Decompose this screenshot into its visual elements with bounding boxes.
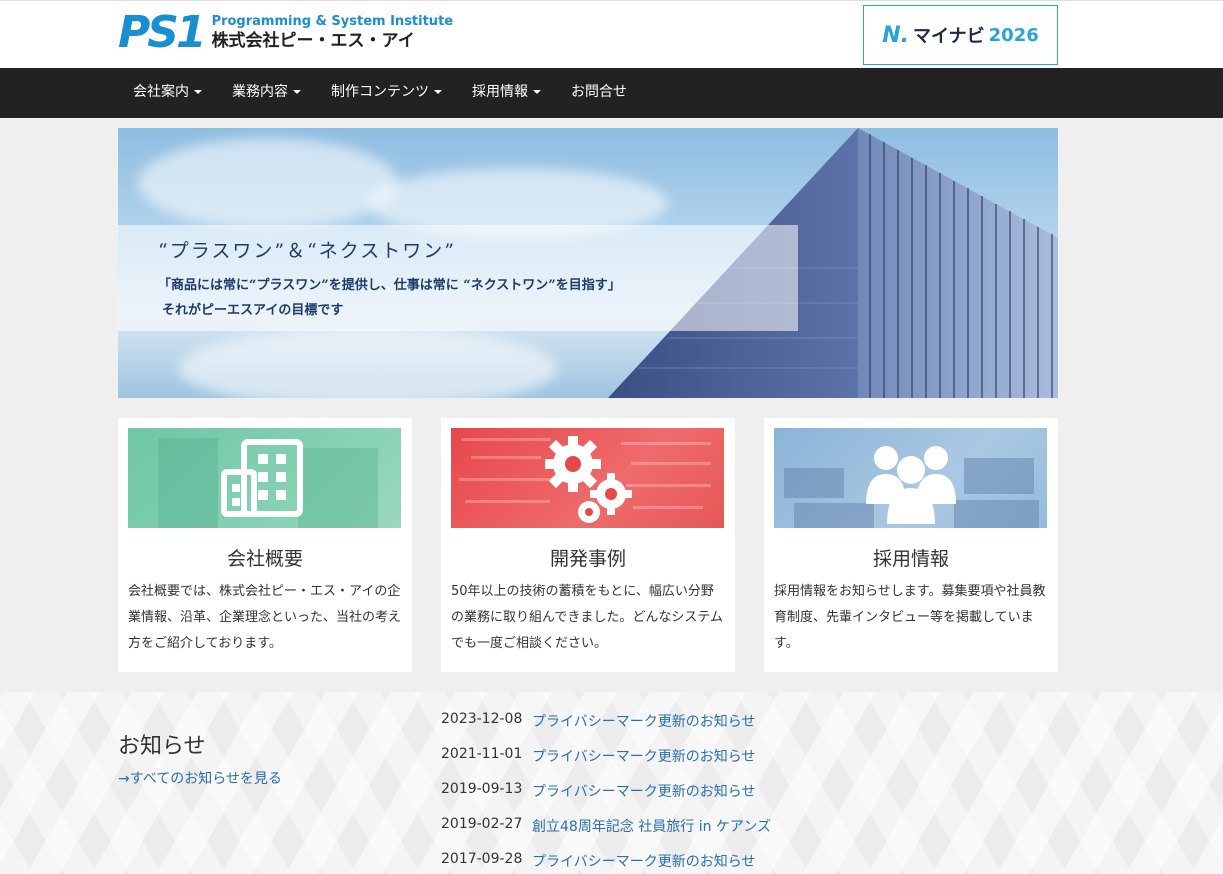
main-nav: 会社案内 業務内容 制作コンテンツ 採用情報 お問合せ	[0, 68, 1223, 118]
mynavi-icon: N.	[882, 22, 910, 48]
cloud-decoration	[178, 328, 558, 398]
site-logo[interactable]: PS1 Programming & System Institute 株式会社ピ…	[118, 11, 453, 55]
mynavi-label: マイナビ	[913, 26, 985, 47]
news-date: 2021-11-01	[441, 746, 523, 762]
news-date: 2017-09-28	[441, 851, 523, 867]
news-item: 2019-02-27 創立48周年記念 社員旅行 in ケアンズ	[441, 816, 771, 851]
logo-mark: PS1	[118, 7, 207, 58]
hero-tagline: 「商品には常に“プラスワン”を提供し、仕事は常に “ネクストワン”を目指す」	[158, 278, 621, 293]
news-link[interactable]: プライバシーマーク更新のお知らせ	[532, 746, 755, 781]
card-title: 会社概要	[226, 548, 303, 570]
nav-item-contact[interactable]: お問合せ	[556, 68, 642, 118]
news-item: 2019-09-13 プライバシーマーク更新のお知らせ	[441, 781, 771, 816]
card-recruit[interactable]: 採用情報 採用情報をお知らせします。募集要項や社員教育制度、先輩インタビュー等を…	[764, 418, 1058, 672]
card-image-recruit	[774, 428, 1047, 528]
building-icon	[158, 438, 378, 528]
news-item: 2023-12-08 プライバシーマーク更新のお知らせ	[441, 711, 771, 746]
card-company[interactable]: 会社概要 会社概要では、株式会社ピー・エス・アイの企業情報、沿革、企業理念といっ…	[118, 418, 412, 672]
caret-down-icon	[293, 90, 301, 94]
news-date: 2019-09-13	[441, 781, 523, 797]
caret-down-icon	[194, 90, 202, 94]
card-image-development	[451, 428, 724, 528]
hero-subtagline: それがピーエスアイの目標です	[162, 303, 344, 318]
logo-english-name: Programming & System Institute	[211, 14, 454, 29]
card-text: 採用情報をお知らせします。募集要項や社員教育制度、先輩インタビュー等を掲載してい…	[774, 584, 1046, 651]
hero-banner: “プラスワン”＆“ネクストワン” 「商品には常に“プラスワン”を提供し、仕事は常…	[118, 128, 1058, 398]
nav-item-label: 制作コンテンツ	[331, 84, 429, 100]
news-link[interactable]: プライバシーマーク更新のお知らせ	[532, 781, 755, 816]
all-news-link[interactable]: →すべてのお知らせを見る	[118, 768, 282, 788]
logo-text: Programming & System Institute 株式会社ピー・エス…	[212, 14, 454, 52]
news-date: 2023-12-08	[441, 711, 523, 727]
site-header: PS1 Programming & System Institute 株式会社ピ…	[0, 0, 1223, 68]
people-icon	[784, 446, 1039, 528]
mynavi-year: 2026	[988, 24, 1039, 46]
news-item: 2017-09-28 プライバシーマーク更新のお知らせ	[441, 851, 771, 874]
nav-item-label: 会社案内	[133, 84, 189, 100]
card-image-company	[128, 428, 401, 528]
card-title: 開発事例	[549, 548, 626, 570]
card-text: 会社概要では、株式会社ピー・エス・アイの企業情報、沿革、企業理念といった、当社の…	[128, 584, 402, 651]
news-date: 2019-02-27	[441, 816, 523, 832]
news-link[interactable]: プライバシーマーク更新のお知らせ	[532, 851, 755, 874]
nav-item-business[interactable]: 業務内容	[217, 68, 316, 118]
news-link[interactable]: プライバシーマーク更新のお知らせ	[532, 711, 755, 746]
news-link[interactable]: 創立48周年記念 社員旅行 in ケアンズ	[532, 816, 771, 851]
card-title: 採用情報	[872, 548, 949, 570]
nav-item-contents[interactable]: 制作コンテンツ	[316, 68, 457, 118]
nav-item-recruit[interactable]: 採用情報	[457, 68, 556, 118]
caret-down-icon	[434, 90, 442, 94]
card-text: 50年以上の技術の蓄積をもとに、幅広い分野の業務に取り組んできました。どんなシス…	[451, 584, 723, 651]
nav-item-label: お問合せ	[571, 84, 627, 100]
news-section: お知らせ →すべてのお知らせを見る 2023-12-08 プライバシーマーク更新…	[0, 692, 1223, 874]
news-list: 2023-12-08 プライバシーマーク更新のお知らせ 2021-11-01 プ…	[441, 711, 771, 874]
caret-down-icon	[533, 90, 541, 94]
nav-item-company[interactable]: 会社案内	[118, 68, 217, 118]
nav-item-label: 業務内容	[232, 84, 288, 100]
cloud-decoration	[138, 138, 398, 228]
card-development[interactable]: 開発事例 50年以上の技術の蓄積をもとに、幅広い分野の業務に取り組んできました。…	[441, 418, 735, 672]
logo-japanese-name: 株式会社ピー・エス・アイ	[211, 31, 415, 51]
mynavi-banner[interactable]: N. マイナビ 2026	[863, 5, 1058, 65]
hero-title: “プラスワン”＆“ネクストワン”	[158, 240, 456, 262]
news-item: 2021-11-01 プライバシーマーク更新のお知らせ	[441, 746, 771, 781]
news-heading: お知らせ	[118, 734, 206, 759]
gears-icon	[459, 436, 711, 523]
nav-item-label: 採用情報	[472, 84, 528, 100]
